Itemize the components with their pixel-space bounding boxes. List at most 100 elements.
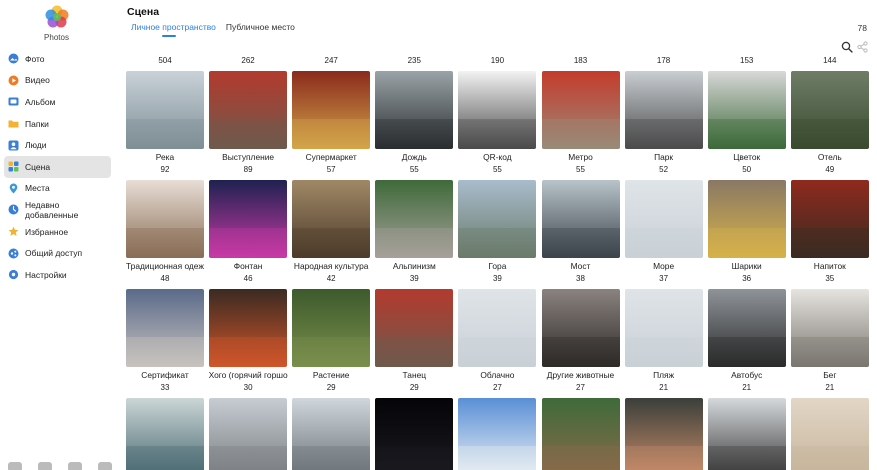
scene-thumbnail[interactable]: [458, 289, 537, 367]
scene-card[interactable]: 262 Выступление: [209, 54, 288, 163]
scene-thumbnail[interactable]: [375, 398, 454, 470]
scene-thumbnail[interactable]: [707, 398, 786, 470]
sidebar-item-location[interactable]: Места: [4, 178, 111, 200]
scene-thumbnail[interactable]: [790, 398, 869, 470]
share-icon[interactable]: [857, 41, 868, 53]
sidebar-item-scene[interactable]: Сцена: [4, 155, 111, 178]
footer-icon[interactable]: [98, 462, 112, 470]
scene-thumbnail[interactable]: [209, 180, 288, 258]
scene-thumbnail[interactable]: [541, 289, 620, 367]
scene-thumbnail[interactable]: [541, 71, 620, 149]
scene-thumbnail[interactable]: [126, 398, 204, 470]
scene-card[interactable]: 27: [458, 381, 537, 470]
thumbnail-image: [209, 71, 288, 149]
scene-card[interactable]: 21: [624, 381, 703, 470]
scene-thumbnail[interactable]: [624, 180, 703, 258]
scene-card[interactable]: 92 Традиционная одеж: [126, 163, 204, 272]
scene-card[interactable]: 27: [541, 381, 620, 470]
scene-thumbnail[interactable]: [209, 71, 288, 149]
sidebar-item-settings[interactable]: Настройки: [4, 264, 111, 286]
scene-thumbnail[interactable]: [292, 180, 371, 258]
scene-card[interactable]: 39 Танец: [375, 272, 454, 381]
thumbnail-image: [790, 398, 869, 470]
scene-thumbnail[interactable]: [458, 71, 537, 149]
scene-card[interactable]: 55 Гора: [458, 163, 537, 272]
scene-thumbnail[interactable]: [707, 289, 786, 367]
scene-card[interactable]: 178 Парк: [624, 54, 703, 163]
scene-thumbnail[interactable]: [458, 398, 537, 470]
tab-public[interactable]: Публичное место: [226, 22, 295, 37]
scene-thumbnail[interactable]: [292, 71, 371, 149]
scene-label: Парк: [654, 152, 674, 162]
scene-card[interactable]: 48 Сертификат: [126, 272, 204, 381]
footer-icon[interactable]: [8, 462, 22, 470]
scene-card[interactable]: 49 Напиток: [790, 163, 869, 272]
scene-card[interactable]: 30: [209, 381, 288, 470]
scene-thumbnail[interactable]: [375, 71, 454, 149]
scene-thumbnail[interactable]: [624, 398, 703, 470]
scene-thumbnail[interactable]: [624, 289, 703, 367]
scene-card[interactable]: 46 Хого (горячий горшо: [209, 272, 288, 381]
search-icon[interactable]: [841, 41, 853, 53]
sidebar-item-recent[interactable]: Недавно добавленные: [4, 199, 111, 221]
scene-thumbnail[interactable]: [541, 180, 620, 258]
scene-thumbnail[interactable]: [624, 71, 703, 149]
sidebar-item-video[interactable]: Видео: [4, 70, 111, 92]
thumbnail-image: [790, 71, 869, 149]
sidebar-item-share[interactable]: Общий доступ: [4, 242, 111, 264]
scene-thumbnail[interactable]: [375, 180, 454, 258]
scene-thumbnail[interactable]: [126, 289, 204, 367]
scene-thumbnail[interactable]: [790, 71, 869, 149]
scene-card[interactable]: 55 Мост: [541, 163, 620, 272]
sidebar-item-album[interactable]: Альбом: [4, 91, 111, 113]
scene-thumbnail[interactable]: [375, 289, 454, 367]
scene-thumbnail[interactable]: [126, 180, 204, 258]
scene-thumbnail[interactable]: [209, 289, 288, 367]
scene-thumbnail[interactable]: [707, 71, 786, 149]
scene-thumbnail[interactable]: [209, 398, 288, 470]
scene-card[interactable]: 42 Растение: [292, 272, 371, 381]
scene-thumbnail[interactable]: [292, 398, 371, 470]
scene-card[interactable]: 50 Шарики: [707, 163, 786, 272]
scene-label: Альпинизм: [392, 261, 436, 271]
scene-thumbnail[interactable]: [790, 289, 869, 367]
scene-card[interactable]: 247 Супермаркет: [292, 54, 371, 163]
scene-card[interactable]: 37 Пляж: [624, 272, 703, 381]
scene-thumbnail[interactable]: [126, 71, 204, 149]
sidebar-item-folder[interactable]: Папки: [4, 113, 111, 135]
scene-card[interactable]: 21: [790, 381, 869, 470]
scene-card[interactable]: 52 Море: [624, 163, 703, 272]
scene-thumbnail[interactable]: [458, 180, 537, 258]
sidebar-item-star[interactable]: Избранное: [4, 221, 111, 243]
footer-icon[interactable]: [68, 462, 82, 470]
scene-card[interactable]: 57 Народная культура: [292, 163, 371, 272]
scene-count: 30: [243, 383, 253, 392]
scene-thumbnail[interactable]: [790, 180, 869, 258]
scene-card[interactable]: 190 QR-код: [458, 54, 537, 163]
scene-card[interactable]: 29: [292, 381, 371, 470]
footer-icon[interactable]: [38, 462, 52, 470]
scene-thumbnail[interactable]: [292, 289, 371, 367]
scene-thumbnail[interactable]: [707, 180, 786, 258]
scene-card[interactable]: 89 Фонтан: [209, 163, 288, 272]
sidebar-item-people[interactable]: Люди: [4, 134, 111, 156]
scene-card[interactable]: 183 Метро: [541, 54, 620, 163]
scene-card[interactable]: 35 Бег: [790, 272, 869, 381]
thumbnail-image: [375, 71, 454, 149]
scene-card[interactable]: 39 Облачно: [458, 272, 537, 381]
sidebar-item-photos[interactable]: Фото: [4, 48, 111, 70]
tab-private[interactable]: Личное пространство: [131, 22, 216, 37]
scene-thumbnail[interactable]: [541, 398, 620, 470]
scene-row: 33 30 29 29 27 27 21 21 21: [126, 381, 871, 470]
scene-card[interactable]: 55 Альпинизм: [375, 163, 454, 272]
page-title: Сцена: [127, 6, 160, 18]
scene-card[interactable]: 21: [707, 381, 786, 470]
scene-card[interactable]: 38 Другие животные: [541, 272, 620, 381]
scene-card[interactable]: 29: [375, 381, 454, 470]
scene-card[interactable]: 144 Отель: [790, 54, 869, 163]
scene-card[interactable]: 153 Цветок: [707, 54, 786, 163]
scene-card[interactable]: 235 Дождь: [375, 54, 454, 163]
scene-card[interactable]: 504 Река: [126, 54, 204, 163]
scene-card[interactable]: 36 Автобус: [707, 272, 786, 381]
scene-card[interactable]: 33: [126, 381, 204, 470]
